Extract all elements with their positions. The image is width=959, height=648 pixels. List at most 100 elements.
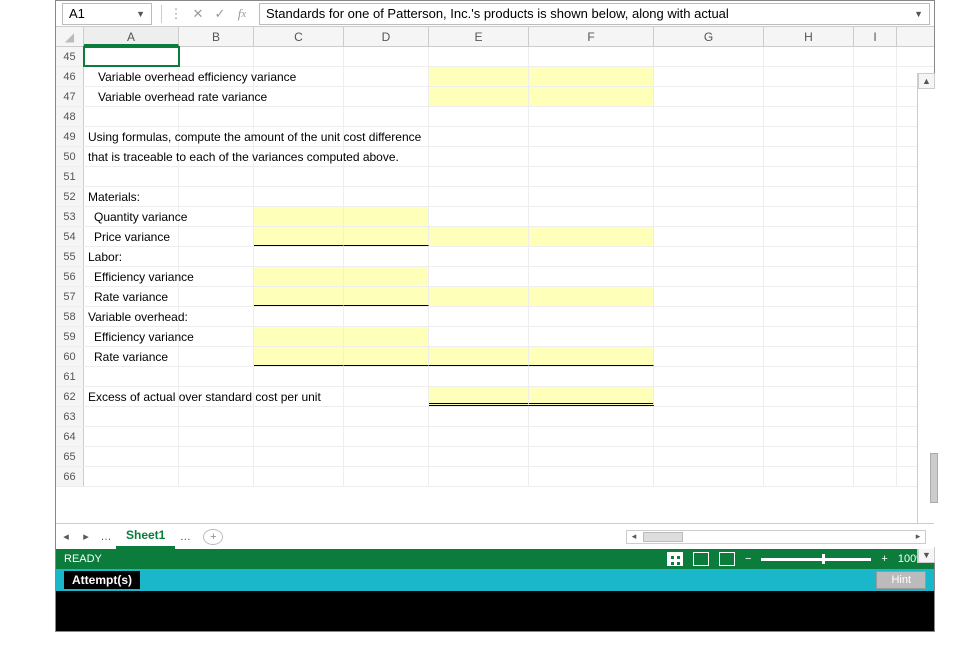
cell[interactable] [529,147,654,166]
select-all-corner[interactable]: ◢ [56,27,84,46]
cell[interactable] [764,267,854,286]
cell[interactable] [344,307,429,326]
col-header-g[interactable]: G [654,27,764,46]
cell[interactable] [84,427,179,446]
cell[interactable] [84,407,179,426]
cell[interactable] [529,227,654,246]
cell[interactable] [179,347,254,366]
cell[interactable] [529,167,654,186]
row-header[interactable]: 51 [56,167,84,186]
cell[interactable] [654,427,764,446]
cell[interactable] [179,307,254,326]
accept-icon[interactable]: ✓ [209,3,231,25]
cell[interactable] [764,447,854,466]
col-header-h[interactable]: H [764,27,854,46]
cell-a62[interactable]: Excess of actual over standard cost per … [84,387,179,406]
cell[interactable] [654,307,764,326]
tab-sheet1[interactable]: Sheet1 [116,524,175,549]
cell[interactable] [529,347,654,366]
cell[interactable] [429,327,529,346]
scroll-right-icon[interactable]: ▸ [911,531,925,543]
cell[interactable] [529,207,654,226]
cell[interactable] [344,47,429,66]
cell[interactable] [529,287,654,306]
col-header-f[interactable]: F [529,27,654,46]
cell[interactable] [854,167,897,186]
cell[interactable] [764,247,854,266]
cell[interactable] [854,327,897,346]
cell[interactable] [529,247,654,266]
cell[interactable] [344,187,429,206]
cell[interactable] [84,367,179,386]
cell-a54[interactable]: Price variance [84,227,179,246]
cell[interactable] [344,287,429,306]
page-break-view-icon[interactable] [719,552,735,566]
cell[interactable] [344,247,429,266]
scroll-left-icon[interactable]: ◂ [627,531,641,543]
cell[interactable] [764,307,854,326]
cell-a56[interactable]: Efficiency variance [84,267,179,286]
cell[interactable] [179,187,254,206]
row-header[interactable]: 62 [56,387,84,406]
cell[interactable] [344,87,429,106]
col-header-a[interactable]: A [84,27,179,46]
col-header-e[interactable]: E [429,27,529,46]
cell[interactable] [854,127,897,146]
cell[interactable] [179,427,254,446]
row-header[interactable]: 63 [56,407,84,426]
cell[interactable] [429,107,529,126]
cancel-icon[interactable]: ✕ [187,3,209,25]
row-header[interactable]: 64 [56,427,84,446]
cell[interactable] [654,327,764,346]
cell[interactable] [429,467,529,486]
cell[interactable] [254,187,344,206]
cell[interactable] [764,427,854,446]
cell[interactable] [344,367,429,386]
cell-a60[interactable]: Rate variance [84,347,179,366]
cell[interactable] [764,147,854,166]
cell[interactable] [854,47,897,66]
cell[interactable] [254,407,344,426]
cell[interactable] [654,67,764,86]
name-box[interactable]: A1 ▼ [62,3,152,25]
cell[interactable] [179,207,254,226]
cell-a57[interactable]: Rate variance [84,287,179,306]
hscroll-thumb[interactable] [643,532,683,542]
cell[interactable] [429,147,529,166]
cell[interactable] [854,427,897,446]
cell[interactable] [854,247,897,266]
cell[interactable] [854,267,897,286]
cell[interactable] [429,267,529,286]
cell[interactable] [344,467,429,486]
row-header[interactable]: 61 [56,367,84,386]
row-header[interactable]: 54 [56,227,84,246]
cell[interactable] [179,467,254,486]
cell[interactable] [344,447,429,466]
cell[interactable] [254,307,344,326]
tab-more-icon[interactable]: … [96,531,116,543]
cell[interactable] [654,227,764,246]
cell[interactable] [429,427,529,446]
cell[interactable] [429,287,529,306]
cell[interactable] [854,187,897,206]
row-header[interactable]: 57 [56,287,84,306]
row-header[interactable]: 66 [56,467,84,486]
row-header[interactable]: 58 [56,307,84,326]
col-header-b[interactable]: B [179,27,254,46]
formula-input[interactable]: Standards for one of Patterson, Inc.'s p… [259,3,930,25]
row-header[interactable]: 46 [56,67,84,86]
cell[interactable] [854,407,897,426]
row-header[interactable]: 50 [56,147,84,166]
cell[interactable] [254,467,344,486]
cell[interactable] [654,187,764,206]
cell[interactable] [429,247,529,266]
tab-prev-icon[interactable]: ◂ [56,530,76,543]
row-header[interactable]: 45 [56,47,84,66]
more-icon[interactable]: ⋮ [165,3,187,25]
cell-a47[interactable]: Variable overhead rate variance [84,87,179,106]
cell[interactable] [854,207,897,226]
scroll-down-icon[interactable]: ▼ [918,547,935,563]
cell[interactable] [179,227,254,246]
cell[interactable] [254,267,344,286]
row-header[interactable]: 60 [56,347,84,366]
